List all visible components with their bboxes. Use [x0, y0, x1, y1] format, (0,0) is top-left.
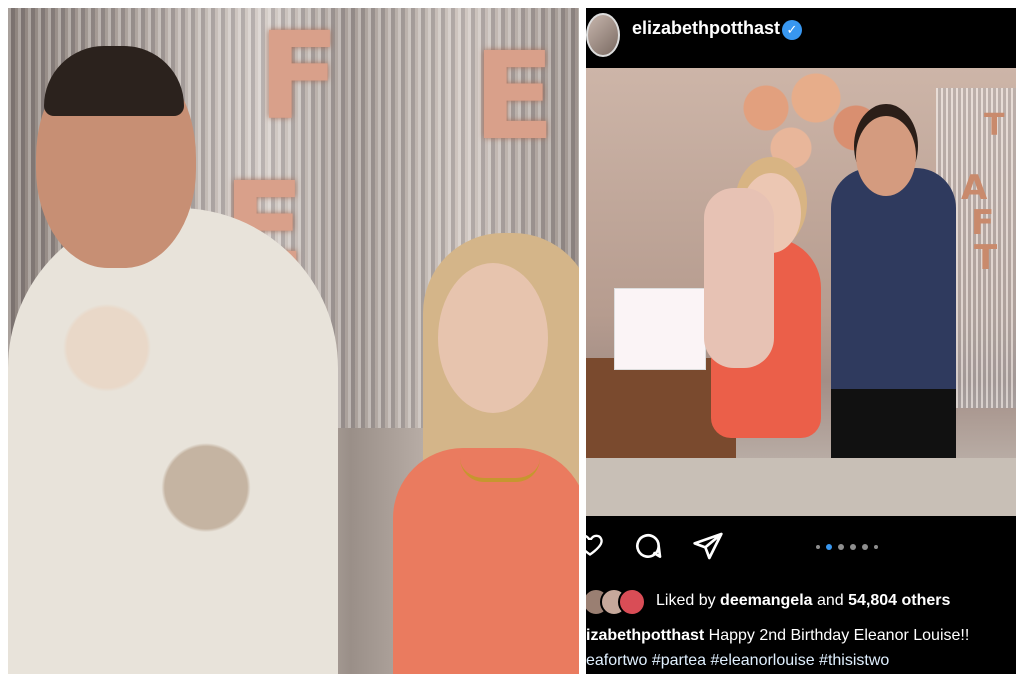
man-dark-shirt — [831, 168, 956, 508]
caption-text: Happy 2nd Birthday Eleanor Louise!! — [708, 627, 970, 644]
gift-bag — [614, 288, 706, 370]
balloon-letter: A — [961, 168, 988, 208]
man-floral-shirt — [8, 208, 338, 674]
carousel-dot — [874, 545, 878, 549]
balloon-letter: T — [984, 108, 1005, 143]
comment-icon[interactable] — [632, 530, 664, 567]
balloon-letter: F — [258, 8, 340, 147]
carousel-dot-active — [826, 544, 832, 550]
man-head — [856, 116, 916, 196]
likes-row: Liked by deemangela and 54,804 others — [586, 588, 1016, 618]
post-hashtags[interactable]: eafortwo #partea #eleanorlouise #thisist… — [586, 652, 1016, 670]
gold-necklace — [460, 458, 540, 482]
caption-username[interactable]: izabethpotthast — [586, 627, 704, 644]
carousel-dot — [816, 545, 820, 549]
woman-face — [438, 263, 548, 413]
profile-avatar[interactable] — [586, 13, 620, 57]
carousel-dot — [850, 544, 856, 550]
balloon-letter: E — [473, 28, 555, 167]
balloon-letter: T — [974, 238, 998, 278]
carpet — [586, 458, 1016, 516]
heart-icon[interactable] — [586, 530, 604, 563]
likes-text[interactable]: Liked by deemangela and 54,804 others — [656, 592, 950, 610]
likes-prefix: Liked by — [656, 592, 716, 609]
likes-joiner: and — [816, 592, 844, 609]
likes-count[interactable]: 54,804 others — [848, 592, 950, 609]
verified-badge-icon: ✓ — [782, 20, 802, 40]
carousel-indicator — [816, 544, 878, 550]
balloon-letter: F — [971, 203, 995, 243]
post-photo[interactable]: T A F T — [586, 68, 1016, 516]
post-actions — [586, 528, 1016, 568]
carousel-dot — [838, 544, 844, 550]
liker-avatar[interactable] — [618, 588, 646, 616]
post-caption: izabethpotthast Happy 2nd Birthday Elean… — [586, 627, 1016, 645]
carousel-dot — [862, 544, 868, 550]
instagram-post: elizabethpotthast ✓ T A F T Liked by dee… — [586, 8, 1016, 674]
post-header: elizabethpotthast ✓ — [586, 8, 1016, 66]
left-photo: F E E — [8, 8, 579, 674]
liker-username[interactable]: deemangela — [720, 592, 812, 609]
post-username[interactable]: elizabethpotthast — [632, 18, 780, 39]
toddler — [704, 188, 774, 368]
share-icon[interactable] — [692, 530, 724, 567]
